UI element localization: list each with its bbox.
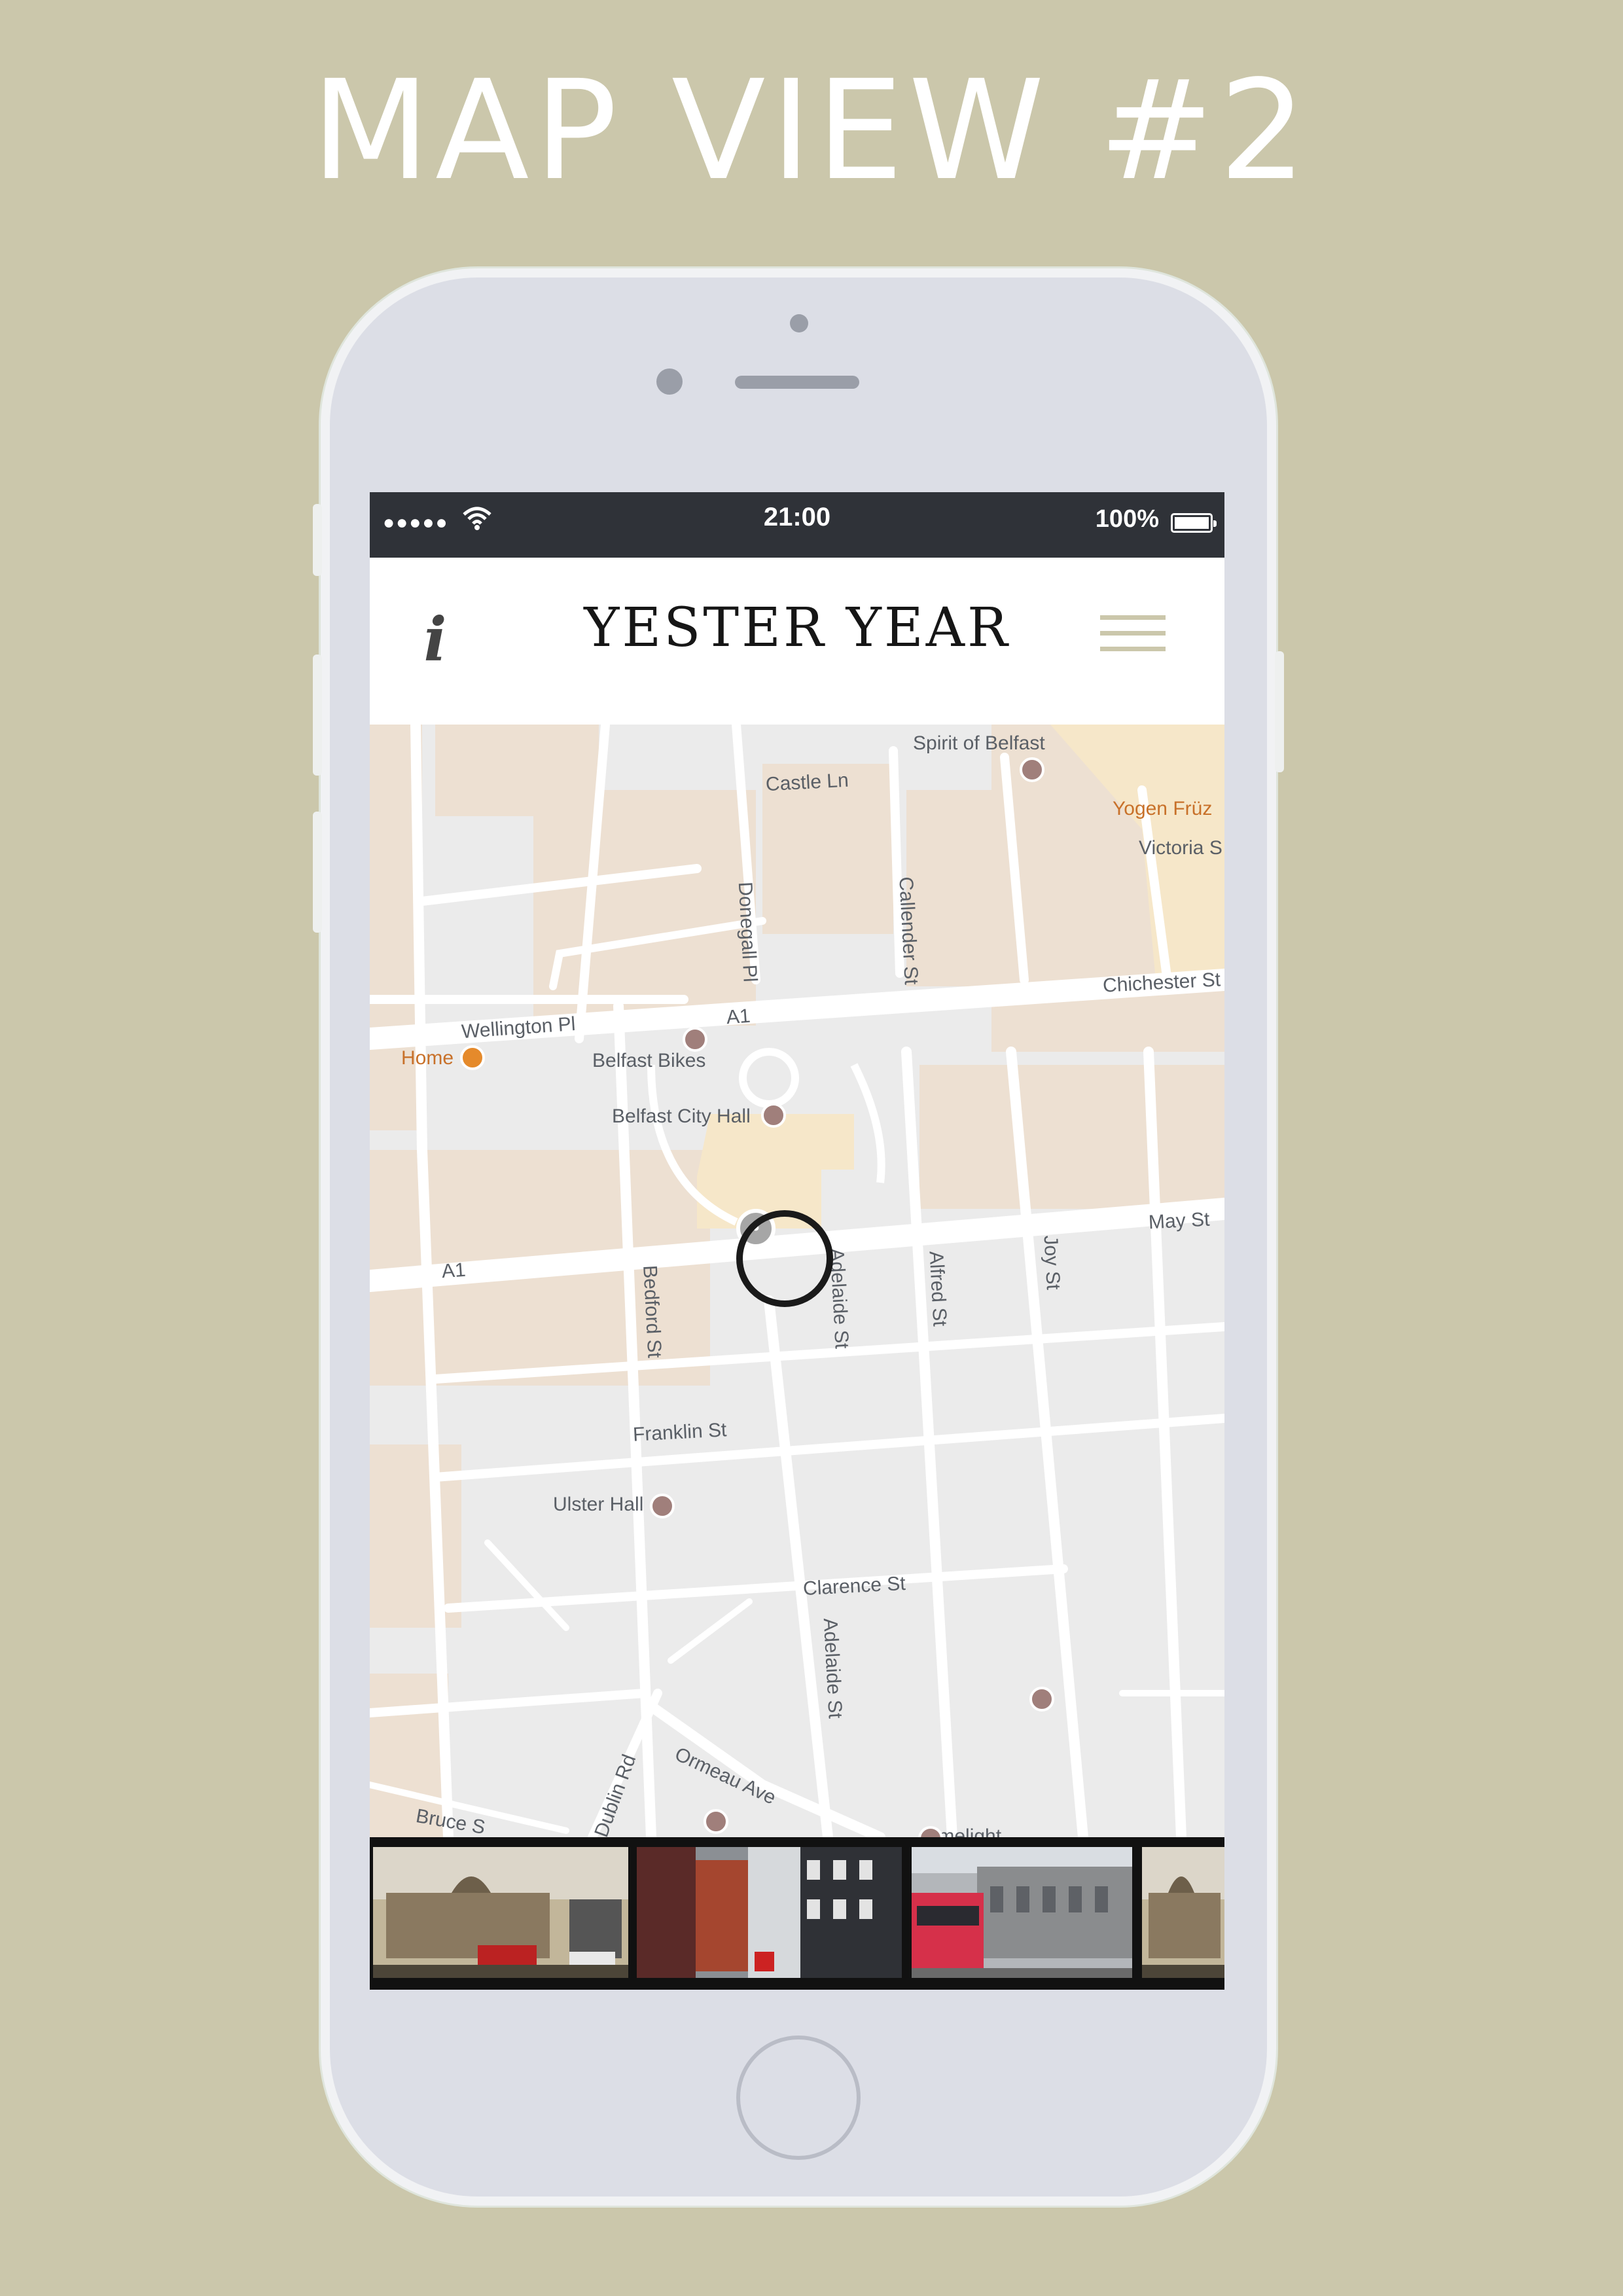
poi-icon[interactable] <box>704 1809 728 1834</box>
photo-image <box>912 1847 1132 1978</box>
volume-down-button <box>313 812 322 933</box>
hamburger-menu-icon[interactable] <box>1100 615 1166 655</box>
music-venue-icon[interactable] <box>650 1494 675 1518</box>
page-title: MAP VIEW #2 <box>311 50 1312 211</box>
battery-percentage: 100% <box>1095 505 1159 533</box>
front-camera <box>790 314 808 332</box>
map-view[interactable]: Spirit of Belfast Castle Ln Yogen Früz V… <box>370 725 1224 1837</box>
map-label: Ulster Hall <box>553 1494 644 1515</box>
app-header: i YESTER YEAR <box>370 558 1224 725</box>
map-label: Castle Ln <box>765 769 849 796</box>
volume-up-button <box>313 655 322 776</box>
photo-thumbnail-strip[interactable] <box>370 1837 1224 1990</box>
map-label: Yogen Früz <box>1113 798 1213 819</box>
proximity-sensor <box>656 368 683 395</box>
map-label: Joy St <box>1039 1234 1064 1291</box>
museum-icon[interactable] <box>761 1103 786 1128</box>
map-label: Spirit of Belfast <box>913 732 1045 754</box>
map-label: Belfast City Hall <box>612 1105 751 1127</box>
map-label: Victoria S <box>1139 837 1222 859</box>
phone-screen: ●●●●● 21:00 100% i YESTER YEAR Spirit of… <box>370 492 1224 1990</box>
home-button[interactable] <box>736 2036 861 2160</box>
poi-icon[interactable] <box>1020 757 1044 782</box>
map-label: Home <box>401 1047 454 1069</box>
power-button <box>1275 651 1284 772</box>
thumbnail[interactable] <box>373 1847 628 1978</box>
poi-icon[interactable] <box>683 1027 707 1052</box>
photo-image <box>1142 1847 1224 1978</box>
photo-image <box>373 1847 628 1978</box>
restaurant-icon[interactable] <box>460 1045 485 1070</box>
map-label: A1 <box>440 1259 467 1283</box>
thumbnail[interactable] <box>637 1847 902 1978</box>
battery-icon <box>1171 513 1217 533</box>
app-logo: YESTER YEAR <box>584 597 1010 659</box>
mute-switch <box>313 504 322 576</box>
map-label: Belfast Bikes <box>592 1050 706 1071</box>
poi-icon[interactable] <box>1029 1687 1054 1712</box>
selected-location-ring <box>736 1210 833 1307</box>
thumbnail[interactable] <box>1142 1847 1224 1978</box>
map-label: May St <box>1148 1208 1211 1234</box>
earpiece-speaker <box>735 376 859 389</box>
thumbnail[interactable] <box>912 1847 1132 1978</box>
map-label: Alfred St <box>925 1250 951 1327</box>
photo-image <box>637 1847 902 1978</box>
status-bar: ●●●●● 21:00 100% <box>370 492 1224 558</box>
map-label: A1 <box>725 1005 751 1029</box>
